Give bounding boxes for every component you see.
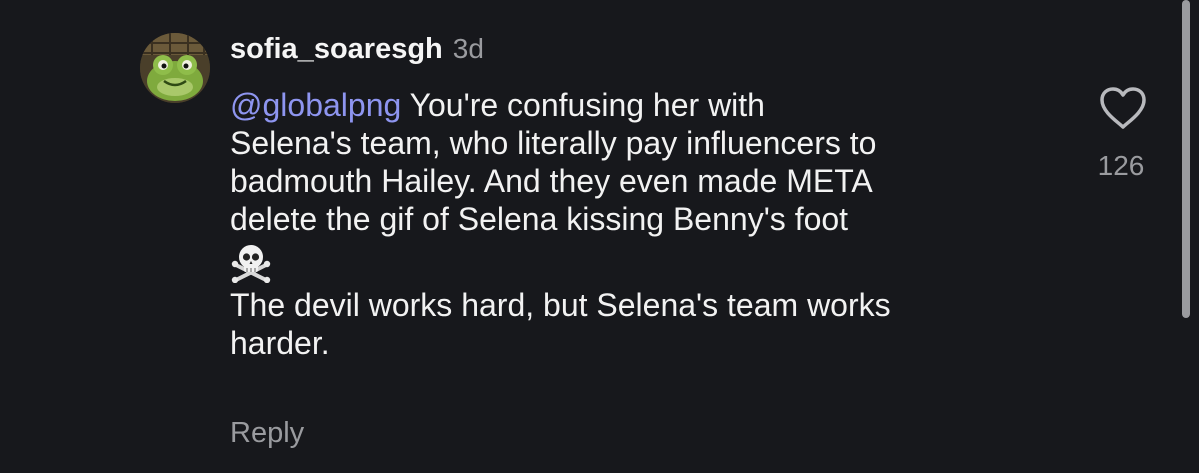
comment-line: delete the gif of Selena kissing Benny's… bbox=[230, 201, 849, 237]
comment-line: harder. bbox=[230, 325, 330, 361]
mention-link[interactable]: @globalpng bbox=[230, 87, 401, 123]
comment-header: sofia_soaresgh 3d bbox=[230, 33, 484, 73]
comment-line: Selena's team, who literally pay influen… bbox=[230, 125, 877, 161]
comment-body: @globalpng You're confusing her with Sel… bbox=[230, 86, 1060, 362]
comment: sofia_soaresgh 3d @globalpng You're conf… bbox=[0, 0, 1199, 473]
reply-button[interactable]: Reply bbox=[230, 417, 304, 450]
timestamp: 3d bbox=[452, 33, 484, 64]
comment-line: @globalpng You're confusing her with bbox=[230, 86, 1060, 124]
username[interactable]: sofia_soaresgh bbox=[230, 33, 443, 66]
like-count: 126 bbox=[1097, 150, 1145, 181]
skull-and-crossbones-icon bbox=[231, 245, 271, 283]
frog-avatar-icon bbox=[140, 33, 210, 103]
comment-line: The devil works hard, but Selena's team … bbox=[230, 287, 891, 323]
heart-outline-icon[interactable] bbox=[1098, 85, 1148, 131]
comment-text: You're confusing her with bbox=[401, 87, 765, 123]
comment-line: badmouth Hailey. And they even made META bbox=[230, 163, 873, 199]
emoji-line bbox=[230, 238, 1060, 286]
scrollbar[interactable] bbox=[1182, 0, 1190, 318]
avatar[interactable] bbox=[140, 33, 210, 103]
